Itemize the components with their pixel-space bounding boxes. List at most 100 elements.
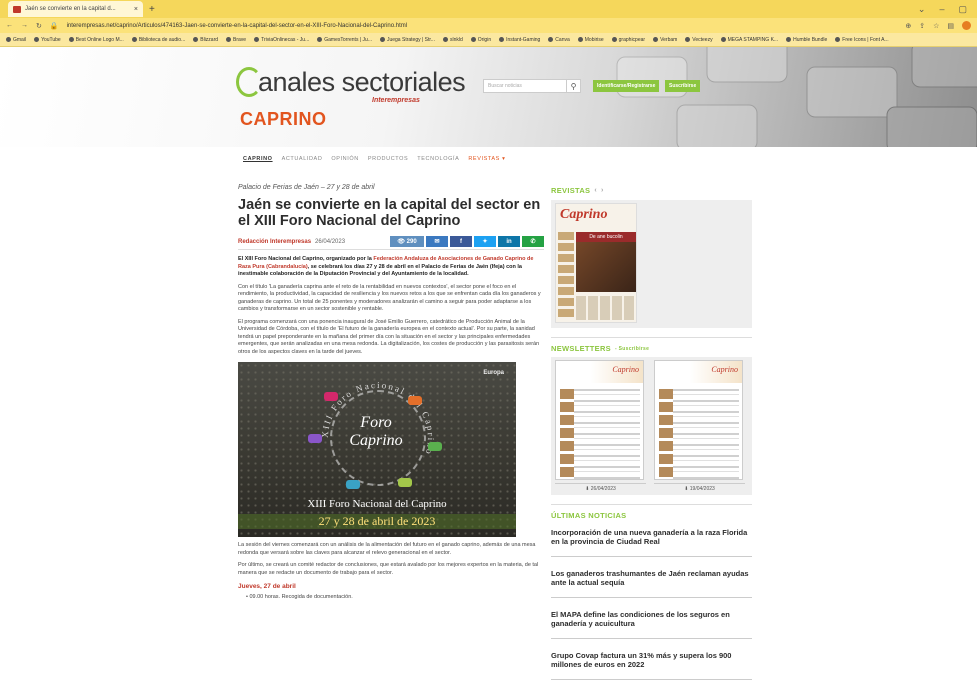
bookmark-icon xyxy=(548,37,554,42)
bookmark-item[interactable]: Vecteezy xyxy=(685,37,713,43)
newsletter-header: Caprino xyxy=(556,361,643,383)
newsletter-list: Caprino ⬇ 26/04/2023 Caprino ⬇ 19/04/202… xyxy=(551,357,752,495)
article-author[interactable]: Redacción Interempresas xyxy=(238,239,311,245)
nav-revistas[interactable]: REVISTAS ▾ xyxy=(468,156,505,162)
bookmark-item[interactable]: Instant-Gaming xyxy=(499,37,540,43)
revistas-heading: REVISTAS ‹ › xyxy=(551,186,604,195)
minimize-icon[interactable]: – xyxy=(939,4,944,15)
news-link[interactable]: Grupo Covap factura un 31% más y supera … xyxy=(551,651,752,680)
newsletter-date: ⬇ 19/04/2023 xyxy=(654,483,745,492)
new-tab-button[interactable]: + xyxy=(149,4,155,15)
article-lead: El XIII Foro Nacional del Caprino, organ… xyxy=(238,256,534,277)
whatsapp-share-icon[interactable]: ✆ xyxy=(522,236,544,247)
news-link[interactable]: Incorporación de una nueva ganadería a l… xyxy=(551,528,752,557)
nav-productos[interactable]: PRODUCTOS xyxy=(368,156,408,162)
bookmark-item[interactable]: Verbam xyxy=(653,37,677,43)
bookmark-icon xyxy=(611,37,617,42)
bookmark-item[interactable]: Brave xyxy=(226,37,246,43)
news-link[interactable]: El MAPA define las condiciones de los se… xyxy=(551,610,752,639)
nav-opinion[interactable]: OPINIÓN xyxy=(331,156,358,162)
bookmark-icon xyxy=(499,37,505,42)
section-nav: CAPRINO ACTUALIDAD OPINIÓN PRODUCTOS TEC… xyxy=(243,156,505,162)
newsletter-date: ⬇ 26/04/2023 xyxy=(555,483,646,492)
bookmark-item[interactable]: Biblioteca de audio... xyxy=(131,37,185,43)
bookmark-icon xyxy=(34,37,40,42)
article-date: 26/04/2023 xyxy=(315,238,346,245)
bookmark-item[interactable]: graphicpear xyxy=(611,37,645,43)
site-header: anales sectoriales Interempresas CAPRINO… xyxy=(0,47,977,147)
prev-arrow-icon[interactable]: ‹ xyxy=(594,187,597,194)
bookmark-item[interactable]: Best Online Logo M... xyxy=(68,37,124,43)
subscribe-button[interactable]: Suscribirse xyxy=(665,80,701,92)
divider xyxy=(551,337,752,338)
bookmark-item[interactable]: Blizzard xyxy=(193,37,218,43)
url-field[interactable]: interempresas.net/caprino/Articulos/4741… xyxy=(67,23,898,29)
twitter-share-icon[interactable]: ✦ xyxy=(474,236,496,247)
reload-icon[interactable]: ↻ xyxy=(36,22,42,30)
tab-close-icon[interactable]: × xyxy=(134,6,138,13)
site-favicon-icon xyxy=(13,5,21,13)
latest-news-heading: ÚLTIMAS NOTICIAS xyxy=(551,511,627,520)
bookmark-item[interactable]: YouTube xyxy=(34,37,61,43)
latest-news-list: Incorporación de una nueva ganadería a l… xyxy=(551,528,752,680)
search-icon[interactable]: ⚲ xyxy=(566,80,580,92)
newsletter-images xyxy=(560,389,574,479)
next-arrow-icon[interactable]: › xyxy=(601,187,604,194)
bookmark-item[interactable]: Humble Bundle xyxy=(786,37,827,43)
cover-banner: De ane bucolin xyxy=(576,232,636,242)
bookmark-item[interactable]: MEGA STAMPING K... xyxy=(720,37,778,43)
browser-tabbar: Jaén se convierte en la capital d... × +… xyxy=(0,0,977,18)
sidebar: REVISTAS ‹ › De ane bucolin Caprino NEWS… xyxy=(551,186,752,692)
lock-icon[interactable]: 🔒 xyxy=(50,22,59,30)
browser-tab[interactable]: Jaén se convierte en la capital d... × xyxy=(8,1,143,17)
sidebar-icon[interactable]: ▤ xyxy=(947,22,954,30)
search-box: Buscar noticias ⚲ xyxy=(483,79,581,93)
profile-avatar[interactable] xyxy=(962,21,971,30)
newsletter-card[interactable]: Caprino ⬇ 19/04/2023 xyxy=(654,360,745,492)
bookmark-icon xyxy=(317,37,323,42)
section-title[interactable]: CAPRINO xyxy=(240,109,327,130)
bookmark-item[interactable]: Free Icons | Font A... xyxy=(835,37,889,43)
bookmark-item[interactable]: Canva xyxy=(548,37,570,43)
poster-dates: 27 y 28 de abril de 2023 xyxy=(238,514,516,529)
bookmark-icon xyxy=(442,37,448,42)
goat-figure-icon xyxy=(346,480,360,489)
maximize-icon[interactable]: ▢ xyxy=(958,4,967,15)
cover-footer xyxy=(576,296,636,320)
login-button[interactable]: Identificarse/Registrarse xyxy=(593,80,660,92)
nav-caprino[interactable]: CAPRINO xyxy=(243,156,273,162)
bookmark-icon xyxy=(379,37,385,42)
event-poster-image[interactable]: XIII Foro Nacional del Caprino Foro Capr… xyxy=(238,362,516,537)
back-icon[interactable]: ← xyxy=(6,22,13,29)
magazine-cover[interactable]: De ane bucolin Caprino xyxy=(555,203,637,323)
linkedin-share-icon[interactable]: in xyxy=(498,236,520,247)
nav-tecnologia[interactable]: TECNOLOGÍA xyxy=(417,156,459,162)
poster-europa-logo: Europa xyxy=(483,370,504,376)
newsletter-card[interactable]: Caprino ⬇ 26/04/2023 xyxy=(555,360,646,492)
search-input[interactable]: Buscar noticias xyxy=(484,83,566,89)
nav-actualidad[interactable]: ACTUALIDAD xyxy=(282,156,323,162)
star-icon[interactable]: ☆ xyxy=(933,22,939,30)
bookmark-item[interactable]: slnkld xyxy=(442,37,463,43)
bookmark-item[interactable]: Origin xyxy=(470,37,491,43)
facebook-share-icon[interactable]: f xyxy=(450,236,472,247)
tab-search-icon[interactable]: ⌄ xyxy=(918,4,926,15)
bookmark-item[interactable]: GamesTorrents | Ju... xyxy=(317,37,372,43)
email-share-icon[interactable]: ✉ xyxy=(426,236,448,247)
bookmark-icon xyxy=(193,37,199,42)
article-paragraph: La sesión del viernes comenzará con un a… xyxy=(238,542,536,556)
zoom-icon[interactable]: ⊕ xyxy=(905,22,911,30)
bookmark-item[interactable]: Mobirise xyxy=(577,37,604,43)
forward-icon[interactable]: → xyxy=(21,22,28,29)
goat-figure-icon xyxy=(308,434,322,443)
newsletter-thumbnail: Caprino xyxy=(654,360,743,480)
newsletter-subscribe-link[interactable]: - Suscribirse xyxy=(615,346,649,352)
news-link[interactable]: Los ganaderos trashumantes de Jaén recla… xyxy=(551,569,752,598)
article-paragraph: El programa comenzará con una ponencia i… xyxy=(238,318,540,355)
bookmark-item[interactable]: TriviaOnlinecas - Ju... xyxy=(254,37,309,43)
eye-icon: 👁 xyxy=(397,239,405,245)
bookmark-item[interactable]: Juega Strategy | Str... xyxy=(379,37,435,43)
share-icon[interactable]: ⇪ xyxy=(919,22,925,30)
keyboard-background-image xyxy=(616,47,977,147)
bookmark-item[interactable]: Gmail xyxy=(6,37,26,43)
